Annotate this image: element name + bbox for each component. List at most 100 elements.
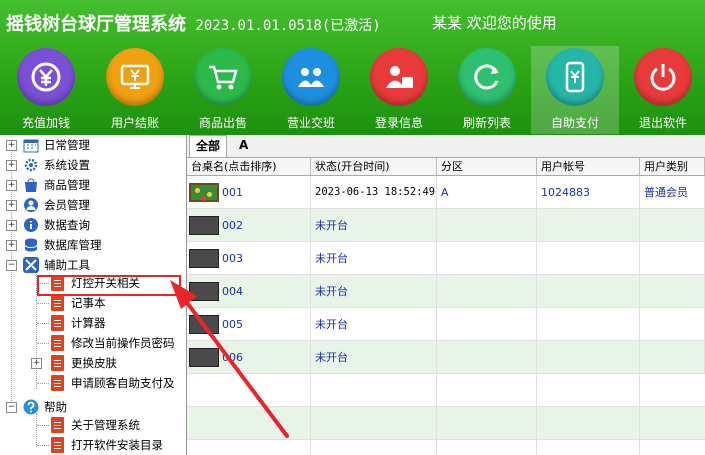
table-name: 002 [222, 219, 243, 232]
tab-all[interactable]: 全部 [189, 135, 228, 157]
monitor-yen-icon [106, 48, 164, 106]
tree-item-change-skin[interactable]: + 更换皮肤 [0, 353, 186, 373]
refresh-list-button[interactable]: 刷新列表 [443, 46, 531, 134]
status-cell: 未开台 [311, 341, 437, 374]
tree-item-daily[interactable]: + 日常管理 [0, 135, 186, 155]
tree-item-settings[interactable]: + 系统设置 [0, 155, 186, 175]
self-pay-phone-icon [546, 48, 604, 106]
tree-item-self-pay-apply[interactable]: 申请顾客自助支付及 [0, 373, 186, 393]
document-icon [51, 375, 64, 391]
expand-plus-icon[interactable]: + [6, 160, 17, 171]
shift-handover-button[interactable]: 营业交班 [267, 46, 355, 134]
zone-cell [437, 209, 537, 242]
app-name: 摇钱树台球厅管理系统 [6, 14, 186, 35]
refresh-icon [458, 48, 516, 106]
user-type-cell [640, 242, 705, 275]
table-row[interactable]: 002 未开台 [187, 209, 705, 242]
billiard-table-idle-icon [189, 216, 219, 235]
recharge-button[interactable]: 充值加钱 [2, 46, 90, 134]
column-header-user-type[interactable]: 用户类别 [640, 158, 705, 175]
account-cell [537, 242, 640, 275]
document-icon [51, 437, 64, 453]
expand-plus-icon[interactable]: + [6, 220, 17, 231]
tree-item-open-install-dir[interactable]: 打开软件安装目录 [0, 435, 186, 455]
tree-item-help[interactable]: − 帮助 [0, 397, 186, 417]
exit-button[interactable]: 退出软件 [619, 46, 705, 134]
table-name-cell: 005 [187, 308, 311, 341]
table-name-cell: 003 [187, 242, 311, 275]
column-header-table-name[interactable]: 台桌名(点击排序) [187, 158, 311, 175]
highlight-box [37, 275, 181, 296]
tree-item-label: 更换皮肤 [71, 356, 117, 370]
sidebar-tree[interactable]: + 日常管理 + 系统设置 + 商品管理 + 会员管理 + 数据查询 + 数据库… [0, 135, 187, 455]
tree-item-label: 记事本 [71, 296, 106, 310]
checkout-button[interactable]: 用户结账 [91, 46, 179, 134]
tree-item-label: 计算器 [71, 316, 106, 330]
tree-item-change-password[interactable]: 修改当前操作员密码 [0, 333, 186, 353]
main-panel: 全部 A 台桌名(点击排序) 状态(开台时间) 分区 用户帐号 用户类别 001… [187, 135, 705, 455]
collapse-minus-icon[interactable]: − [6, 260, 17, 271]
sell-goods-button[interactable]: 商品出售 [179, 46, 267, 134]
column-header-zone[interactable]: 分区 [437, 158, 537, 175]
billiard-table-idle-icon [189, 315, 219, 334]
billiard-table-active-icon [189, 183, 219, 202]
expand-plus-icon[interactable]: + [31, 358, 42, 369]
user-type-cell [640, 209, 705, 242]
empty-row [187, 407, 705, 440]
tree-item-label: 修改当前操作员密码 [71, 336, 175, 350]
info-icon [23, 217, 39, 233]
collapse-minus-icon[interactable]: − [6, 402, 17, 413]
document-icon [51, 315, 64, 331]
account-cell: 1024883 [537, 176, 640, 209]
expand-plus-icon[interactable]: + [6, 240, 17, 251]
tree-item-goods[interactable]: + 商品管理 [0, 175, 186, 195]
self-pay-button[interactable]: 自助支付 [531, 46, 619, 134]
expand-plus-icon[interactable]: + [6, 140, 17, 151]
billiard-table-idle-icon [189, 282, 219, 301]
zone-cell [437, 275, 537, 308]
user-type-cell [640, 308, 705, 341]
table-name-cell: 002 [187, 209, 311, 242]
billiard-table-idle-icon [189, 348, 219, 367]
expand-plus-icon[interactable]: + [6, 200, 17, 211]
table-row[interactable]: 006 未开台 [187, 341, 705, 374]
zone-cell [437, 308, 537, 341]
power-icon [634, 48, 692, 106]
refresh-list-label: 刷新列表 [462, 116, 511, 130]
table-name: 006 [222, 351, 243, 364]
login-info-label: 登录信息 [374, 116, 423, 130]
table-row[interactable]: 003 未开台 [187, 242, 705, 275]
tree-item-about[interactable]: 关于管理系统 [0, 415, 186, 435]
account-cell [537, 341, 640, 374]
table-name-cell: 004 [187, 275, 311, 308]
column-header-status[interactable]: 状态(开台时间) [311, 158, 437, 175]
zone-cell [437, 341, 537, 374]
table-row[interactable]: 005 未开台 [187, 308, 705, 341]
zone-cell [437, 242, 537, 275]
status-cell: 2023-06-13 18:52:49 [311, 176, 437, 209]
status-cell: 未开台 [311, 242, 437, 275]
shift-handover-icon [282, 48, 340, 106]
account-cell [537, 209, 640, 242]
table-name: 005 [222, 318, 243, 331]
tree-item-calculator[interactable]: 计算器 [0, 313, 186, 333]
table-name: 004 [222, 285, 243, 298]
table-row[interactable]: 001 2023-06-13 18:52:49 A 1024883 普通会员 [187, 176, 705, 209]
tab-strip: 全部 A [187, 135, 705, 158]
document-icon [51, 295, 64, 311]
account-cell [537, 275, 640, 308]
expand-plus-icon[interactable]: + [6, 180, 17, 191]
table-row[interactable]: 004 未开台 [187, 275, 705, 308]
tree-item-database[interactable]: + 数据库管理 [0, 235, 186, 255]
billiard-table-idle-icon [189, 249, 219, 268]
tree-item-tools[interactable]: − 辅助工具 [0, 255, 186, 275]
tree-item-members[interactable]: + 会员管理 [0, 195, 186, 215]
column-header-account[interactable]: 用户帐号 [537, 158, 640, 175]
table-name-cell: 001 [187, 176, 311, 209]
yen-coin-icon [17, 48, 75, 106]
tree-item-notepad[interactable]: 记事本 [0, 293, 186, 313]
login-info-button[interactable]: 登录信息 [355, 46, 443, 134]
empty-row [187, 374, 705, 407]
tab-zone-a[interactable]: A [233, 135, 254, 156]
tree-item-query[interactable]: + 数据查询 [0, 215, 186, 235]
